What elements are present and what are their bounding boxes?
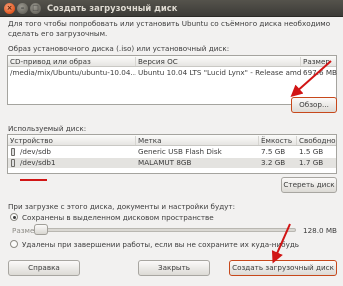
source-list[interactable]: CD-привод или образ Версия ОС Размер /me… [7, 55, 337, 105]
help-button[interactable]: Справка [8, 260, 80, 276]
source-image-path: /media/mix/Ubuntu/ubuntu-10.04... [10, 68, 136, 77]
title-bar: × – □ Создать загрузочный диск [0, 0, 343, 17]
usb-drive-icon [11, 148, 15, 156]
column-header-size[interactable]: Размер [301, 57, 337, 66]
target-device: /dev/sdb [20, 147, 51, 156]
dialog-body: Для того чтобы попробовать или установит… [0, 17, 343, 286]
target-list[interactable]: Устройство Метка Ёмкость Свободно /dev/s… [7, 134, 337, 174]
source-list-header: CD-привод или образ Версия ОС Размер [8, 56, 336, 67]
discard-option-label[interactable]: Удалены при завершении работы, если вы н… [22, 240, 299, 249]
target-label: Generic USB Flash Disk [138, 147, 222, 156]
size-value: 128.0 MB [303, 226, 337, 235]
browse-button[interactable]: Обзор... [291, 97, 337, 113]
save-option-label[interactable]: Сохранены в выделенном дисковом простран… [22, 213, 214, 222]
intro-text: Для того чтобы попробовать или установит… [8, 19, 331, 38]
column-header-capacity[interactable]: Ёмкость [259, 136, 297, 145]
target-row-selected[interactable]: /dev/sdb1 MALAMUT 8GB 3.2 GB 1.7 GB [8, 158, 336, 168]
target-free: 1.5 GB [299, 147, 324, 156]
save-radio[interactable] [10, 213, 18, 221]
target-capacity: 7.5 GB [261, 147, 286, 156]
usb-drive-icon [11, 159, 15, 167]
target-label: MALAMUT 8GB [138, 158, 192, 167]
target-row[interactable]: /dev/sdb Generic USB Flash Disk 7.5 GB 1… [8, 147, 336, 157]
target-list-header: Устройство Метка Ёмкость Свободно [8, 135, 336, 146]
window-title: Создать загрузочный диск [47, 3, 178, 13]
create-boot-disk-button[interactable]: Создать загрузочный диск [229, 260, 337, 276]
maximize-window-button[interactable]: □ [30, 3, 41, 14]
source-row[interactable]: /media/mix/Ubuntu/ubuntu-10.04... Ubuntu… [8, 68, 337, 78]
column-header-free[interactable]: Свободно [297, 136, 337, 145]
column-header-label[interactable]: Метка [136, 136, 259, 145]
discard-radio[interactable] [10, 240, 18, 248]
target-device: /dev/sdb1 [20, 158, 56, 167]
column-header-device[interactable]: Устройство [8, 136, 136, 145]
persistence-section-label: При загрузке с этого диска, документы и … [8, 202, 236, 211]
erase-disk-button[interactable]: Стереть диск [281, 177, 337, 193]
size-slider-track[interactable] [42, 228, 296, 232]
close-button[interactable]: Закрыть [138, 260, 210, 276]
size-slider-handle[interactable] [34, 224, 48, 235]
target-section-label: Используемый диск: [8, 124, 87, 133]
target-free: 1.7 GB [299, 158, 324, 167]
close-window-button[interactable]: × [4, 3, 15, 14]
column-header-os-version[interactable]: Версия ОС [136, 57, 301, 66]
minimize-window-button[interactable]: – [17, 3, 28, 14]
source-size: 697.6 MB [303, 68, 337, 77]
source-os-version: Ubuntu 10.04 LTS "Lucid Lynx" - Release … [138, 68, 301, 77]
column-header-image[interactable]: CD-привод или образ [8, 57, 136, 66]
target-capacity: 3.2 GB [261, 158, 286, 167]
source-section-label: Образ установочного диска (.iso) или уст… [8, 44, 230, 53]
annotation-underline [20, 179, 47, 181]
